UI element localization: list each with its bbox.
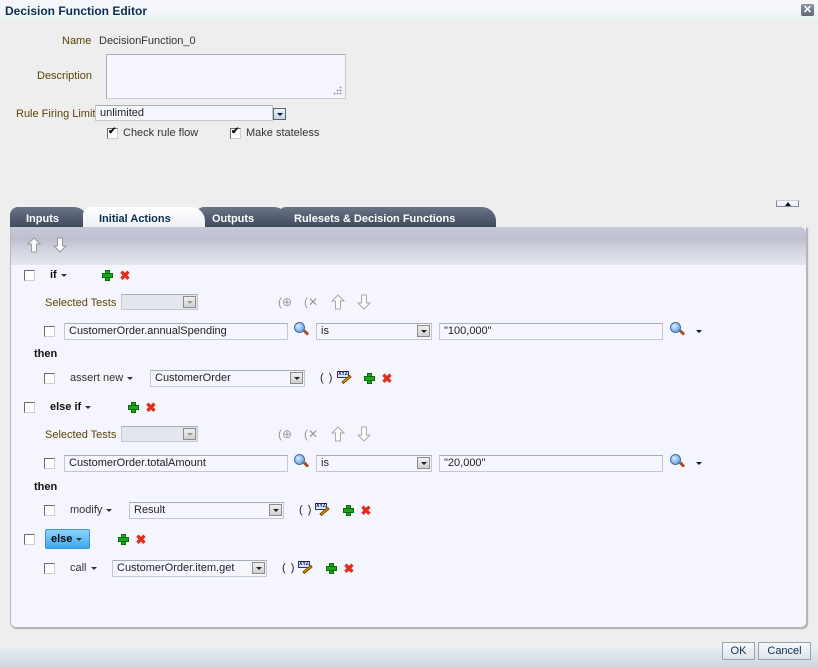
dialog-title: Decision Function Editor	[5, 4, 148, 18]
else-if-test-checkbox[interactable]	[44, 458, 55, 469]
else-action-target-select[interactable]: CustomerOrder.item.get	[112, 560, 267, 577]
tab-inputs[interactable]: Inputs	[10, 207, 88, 229]
ungroup-tests-icon[interactable]: (✕	[304, 295, 318, 309]
move-test-down-icon[interactable]	[357, 294, 371, 310]
add-icon[interactable]	[102, 270, 113, 281]
delete-icon[interactable]: ✖	[343, 562, 355, 575]
tab-rulesets-decision-functions[interactable]: Rulesets & Decision Functions	[278, 207, 496, 229]
parameters-label: ( )	[282, 562, 296, 574]
else-if-test-operator-select[interactable]: is	[316, 455, 432, 472]
parameters-label: ( )	[299, 504, 313, 516]
if-test-operator-select[interactable]: is	[316, 323, 432, 340]
group-tests-icon[interactable]: (⊕	[278, 427, 292, 441]
add-icon[interactable]	[343, 505, 354, 516]
arrow-up-icon[interactable]	[27, 237, 41, 253]
action-type-menu[interactable]: modify	[70, 504, 113, 516]
else-if-action-target-select[interactable]: Result	[129, 502, 284, 519]
delete-icon[interactable]: ✖	[360, 504, 372, 517]
action-type-menu[interactable]: call	[70, 562, 97, 574]
add-icon[interactable]	[364, 373, 375, 384]
arrow-down-icon[interactable]	[53, 237, 67, 253]
else-checkbox[interactable]	[24, 534, 35, 545]
else-if-checkbox[interactable]	[24, 402, 35, 413]
panel-toolbar	[11, 227, 806, 265]
chevron-down-icon	[76, 537, 83, 541]
else-if-keyword-menu[interactable]: else if	[50, 401, 92, 413]
if-keyword-menu[interactable]: if	[50, 269, 67, 281]
dialog-footer	[0, 648, 818, 667]
group-tests-icon[interactable]: (⊕	[278, 295, 292, 309]
rule-firing-limit-select[interactable]: unlimited	[95, 105, 273, 121]
ungroup-tests-icon[interactable]: (✕	[304, 427, 318, 441]
cancel-button[interactable]: Cancel	[758, 642, 811, 660]
delete-icon[interactable]: ✖	[381, 372, 393, 385]
title-bar: Decision Function Editor ✕	[0, 0, 818, 19]
chevron-down-icon	[85, 405, 92, 409]
close-icon[interactable]: ✕	[801, 4, 814, 16]
rule-firing-limit-dropdown-button[interactable]	[273, 108, 286, 120]
selected-tests-label: Selected Tests	[45, 429, 117, 441]
search-icon[interactable]	[669, 321, 686, 338]
chevron-down-icon	[127, 376, 134, 380]
chevron-down-icon	[60, 273, 67, 277]
search-icon[interactable]	[293, 321, 310, 338]
tab-outputs[interactable]: Outputs	[196, 207, 288, 229]
selected-tests-label: Selected Tests	[45, 297, 117, 309]
description-textarea[interactable]	[106, 54, 346, 99]
delete-icon[interactable]: ✖	[145, 401, 157, 414]
add-icon[interactable]	[128, 402, 139, 413]
search-icon[interactable]	[669, 453, 686, 470]
else-action-checkbox[interactable]	[44, 563, 55, 574]
if-test-checkbox[interactable]	[44, 326, 55, 337]
name-value: DecisionFunction_0	[99, 35, 196, 47]
description-label: Description	[37, 70, 93, 82]
then-label: then	[34, 481, 58, 493]
if-action-target-select[interactable]: CustomerOrder	[150, 370, 305, 387]
delete-icon[interactable]: ✖	[135, 533, 147, 546]
expression-builder-icon[interactable]: XYZ	[337, 371, 353, 385]
name-label: Name	[62, 35, 92, 47]
else-if-test-left-operand[interactable]: CustomerOrder.totalAmount	[64, 455, 288, 472]
resize-grip-icon[interactable]	[333, 86, 342, 95]
selected-tests-select[interactable]	[121, 294, 198, 310]
make-stateless-label: Make stateless	[246, 127, 320, 139]
delete-icon[interactable]: ✖	[119, 269, 131, 282]
tab-initial-actions[interactable]: Initial Actions	[83, 207, 205, 229]
check-rule-flow-checkbox[interactable]	[107, 126, 118, 139]
collapse-button[interactable]	[776, 200, 799, 207]
search-icon[interactable]	[293, 453, 310, 470]
else-if-test-right-operand[interactable]: "20,000"	[439, 455, 663, 472]
check-rule-flow-label: Check rule flow	[123, 127, 199, 139]
expression-builder-icon[interactable]: XYZ	[315, 503, 331, 517]
ok-button[interactable]: OK	[722, 642, 755, 660]
rule-firing-limit-value: unlimited	[100, 107, 145, 119]
chevron-down-icon	[106, 508, 113, 512]
if-test-right-operand[interactable]: "100,000"	[439, 323, 663, 340]
else-if-action-checkbox[interactable]	[44, 505, 55, 516]
make-stateless-checkbox[interactable]	[230, 126, 241, 139]
expression-builder-icon[interactable]: XYZ	[298, 561, 314, 575]
then-label: then	[34, 348, 58, 360]
if-test-left-operand[interactable]: CustomerOrder.annualSpending	[64, 323, 288, 340]
move-test-up-icon[interactable]	[331, 426, 345, 442]
chevron-down-icon[interactable]	[696, 330, 702, 333]
move-test-up-icon[interactable]	[331, 294, 345, 310]
rule-firing-limit-label: Rule Firing Limit	[16, 108, 96, 120]
chevron-down-icon[interactable]	[696, 462, 702, 465]
chevron-down-icon	[90, 566, 97, 570]
parameters-label: ( )	[320, 372, 334, 384]
add-icon[interactable]	[326, 563, 337, 574]
add-icon[interactable]	[118, 534, 129, 545]
move-test-down-icon[interactable]	[357, 426, 371, 442]
else-keyword-menu[interactable]: else	[45, 529, 90, 549]
if-checkbox[interactable]	[24, 270, 35, 281]
action-type-menu[interactable]: assert new	[70, 372, 134, 384]
if-action-checkbox[interactable]	[44, 373, 55, 384]
selected-tests-select[interactable]	[121, 426, 198, 442]
